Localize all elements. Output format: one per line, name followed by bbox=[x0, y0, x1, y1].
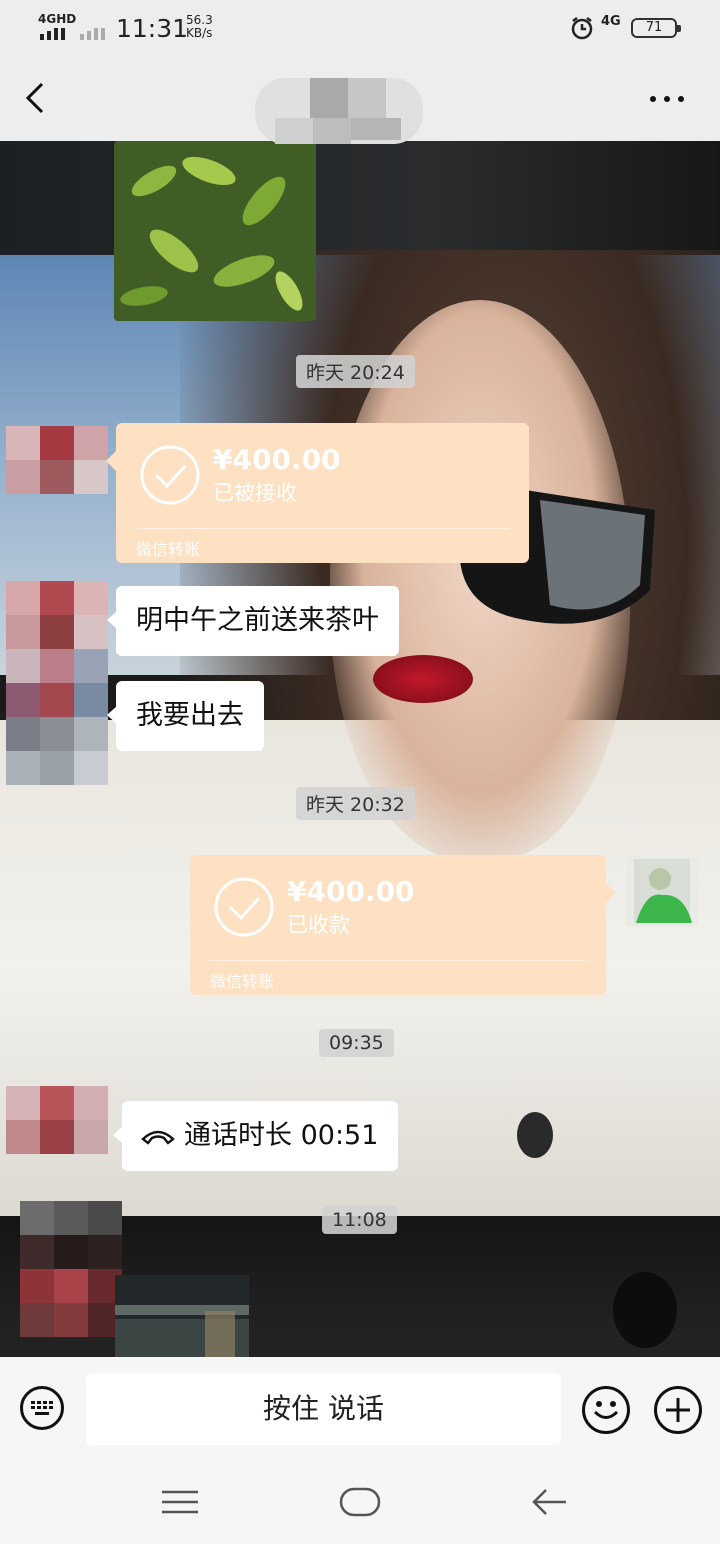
alarm-icon bbox=[571, 17, 593, 40]
check-circle-icon bbox=[140, 445, 200, 505]
hold-to-talk-button[interactable]: 按住 说话 bbox=[86, 1373, 561, 1445]
chat-message-list[interactable]: 昨天 20:24 ¥400.00 已被接收 微信转账 明中午之前送来茶叶 我要出… bbox=[0, 141, 720, 1357]
signal-icon bbox=[40, 28, 105, 40]
menu-icon[interactable] bbox=[160, 1488, 200, 1518]
chevron-left-icon bbox=[25, 82, 44, 114]
network-type: 4GHD bbox=[38, 12, 77, 26]
back-button[interactable] bbox=[18, 76, 58, 120]
call-record-message[interactable]: 通话时长 00:51 bbox=[112, 1101, 399, 1171]
transfer-amount: ¥400.00 bbox=[287, 875, 415, 908]
divider bbox=[136, 528, 509, 529]
transfer-status: 已收款 bbox=[287, 913, 350, 937]
contact-name-pixelated bbox=[255, 78, 423, 144]
image-message-partial[interactable] bbox=[115, 1275, 249, 1357]
clock: 11:31 bbox=[116, 14, 189, 43]
text-message-incoming[interactable]: 我要出去 bbox=[107, 681, 264, 751]
transfer-message-received[interactable]: ¥400.00 已被接收 微信转账 bbox=[106, 423, 529, 563]
chat-title-bar bbox=[0, 56, 720, 144]
system-navigation-bar bbox=[0, 1462, 720, 1544]
emoji-icon bbox=[593, 1401, 619, 1419]
timestamp: 09:35 bbox=[319, 1029, 394, 1057]
network-speed: 56.3 KB/s bbox=[186, 13, 213, 40]
keyboard-toggle-button[interactable] bbox=[20, 1386, 64, 1430]
keyboard-icon bbox=[31, 1401, 53, 1415]
back-nav-icon[interactable] bbox=[530, 1486, 570, 1518]
status-bar: 4GHD 11:31 56.3 KB/s 4G 71 bbox=[0, 0, 720, 56]
avatar-incoming-pixelated[interactable] bbox=[20, 1201, 122, 1337]
home-icon[interactable] bbox=[338, 1486, 382, 1518]
avatar-incoming-pixelated[interactable] bbox=[6, 1086, 108, 1154]
call-duration-text: 通话时长 00:51 bbox=[184, 1120, 379, 1151]
divider bbox=[210, 960, 586, 961]
check-circle-icon bbox=[214, 877, 274, 937]
avatar-self[interactable] bbox=[626, 855, 698, 927]
plus-icon bbox=[666, 1398, 690, 1422]
avatar-incoming-pixelated[interactable] bbox=[6, 426, 108, 494]
more-dots-icon bbox=[650, 96, 684, 102]
emoji-button[interactable] bbox=[582, 1386, 630, 1434]
transfer-amount: ¥400.00 bbox=[213, 443, 341, 476]
timestamp: 11:08 bbox=[322, 1206, 397, 1234]
network-type-secondary: 4G bbox=[601, 14, 621, 29]
transfer-message-sent[interactable]: ¥400.00 已收款 微信转账 bbox=[190, 855, 616, 995]
phone-hangup-icon bbox=[141, 1130, 175, 1145]
transfer-status: 已被接收 bbox=[213, 481, 297, 505]
transfer-label: 微信转账 bbox=[136, 540, 201, 559]
more-options-button[interactable] bbox=[645, 86, 689, 112]
chat-input-bar: 按住 说话 bbox=[0, 1357, 720, 1462]
battery-indicator: 71 bbox=[631, 18, 681, 38]
transfer-label: 微信转账 bbox=[210, 972, 275, 991]
text-message-incoming[interactable]: 明中午之前送来茶叶 bbox=[107, 586, 399, 656]
image-message-tea-leaves[interactable] bbox=[114, 141, 316, 321]
timestamp: 昨天 20:32 bbox=[296, 787, 415, 820]
timestamp: 昨天 20:24 bbox=[296, 355, 415, 388]
avatar-incoming-pixelated[interactable] bbox=[6, 581, 108, 785]
more-functions-button[interactable] bbox=[654, 1386, 702, 1434]
